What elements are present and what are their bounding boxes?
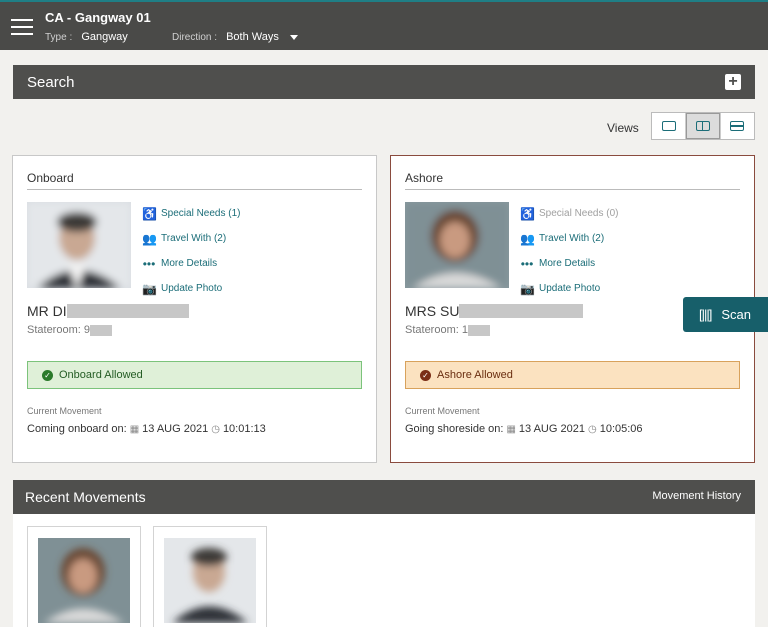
group-icon: 👥 bbox=[142, 231, 157, 246]
onboard-card: Onboard ♿ Special Needs (1) 👥 Travel With … bbox=[12, 155, 377, 463]
current-movement-value: Coming onboard on: ▦ 13 AUG 2021 ◷ 10:01… bbox=[27, 423, 266, 435]
type-value: Gangway bbox=[81, 31, 128, 43]
ellipsis-icon: ••• bbox=[520, 256, 534, 271]
stacked-view-icon bbox=[730, 121, 745, 131]
movement-history-link[interactable]: Movement History bbox=[652, 490, 741, 502]
recent-movement-card[interactable] bbox=[27, 526, 141, 627]
recent-movement-card[interactable] bbox=[153, 526, 267, 627]
split-view-icon bbox=[695, 121, 710, 131]
recent-movements-list bbox=[13, 514, 755, 627]
travel-with-link[interactable]: 👥 Travel With (2) bbox=[520, 226, 618, 251]
update-photo-link[interactable]: 📷 Update Photo bbox=[142, 276, 240, 301]
single-view-icon bbox=[661, 121, 676, 131]
ellipsis-icon: ••• bbox=[142, 256, 156, 271]
check-circle-icon: ✓ bbox=[42, 369, 53, 381]
direction-label: Direction : bbox=[172, 32, 218, 43]
caret-down-icon[interactable] bbox=[289, 34, 298, 40]
guest-name: MR DI bbox=[27, 303, 189, 319]
camera-icon: 📷 bbox=[520, 281, 535, 296]
calendar-icon: ▦ bbox=[506, 423, 516, 435]
expand-plus-icon[interactable]: + bbox=[725, 74, 741, 90]
current-movement-value: Going shoreside on: ▦ 13 AUG 2021 ◷ 10:0… bbox=[405, 423, 643, 435]
status-badge: ✓ Onboard Allowed bbox=[27, 361, 362, 389]
top-bar: CA - Gangway 01 Type : Gangway Direction… bbox=[0, 0, 768, 50]
guest-links: ♿ Special Needs (1) 👥 Travel With (2) ••• M… bbox=[142, 201, 240, 301]
views-label: Views bbox=[607, 121, 639, 135]
guest-photo bbox=[405, 202, 509, 288]
guest-thumbnail bbox=[38, 538, 130, 623]
special-needs-link: ♿ Special Needs (0) bbox=[520, 206, 619, 221]
status-badge: ✓ Ashore Allowed bbox=[405, 361, 740, 389]
guest-name: MRS SU bbox=[405, 303, 584, 319]
view-single-button[interactable] bbox=[652, 113, 687, 139]
calendar-icon: ▦ bbox=[129, 423, 140, 435]
menu-icon[interactable] bbox=[11, 19, 33, 35]
search-panel[interactable]: Search + bbox=[13, 65, 755, 99]
barcode-scan-icon: [|||] bbox=[699, 307, 712, 322]
special-needs-link[interactable]: ♿ Special Needs (1) bbox=[142, 201, 240, 226]
check-circle-icon: ✓ bbox=[420, 369, 431, 381]
camera-icon: 📷 bbox=[142, 281, 157, 296]
recent-movements-title: Recent Movements bbox=[25, 489, 146, 505]
card-title: Onboard bbox=[27, 171, 74, 185]
recent-movements-header: Recent Movements Movement History bbox=[13, 480, 755, 514]
clock-icon: ◷ bbox=[211, 423, 220, 435]
stateroom: Stateroom: 1 bbox=[405, 324, 490, 336]
group-icon: 👥 bbox=[520, 231, 535, 246]
view-stacked-button[interactable] bbox=[721, 113, 754, 139]
more-details-link[interactable]: ••• More Details bbox=[520, 251, 618, 276]
travel-with-link[interactable]: 👥 Travel With (2) bbox=[142, 226, 240, 251]
type-label: Type : bbox=[45, 32, 73, 43]
guest-thumbnail bbox=[164, 538, 256, 623]
search-label: Search bbox=[27, 74, 75, 91]
guest-photo bbox=[27, 202, 131, 288]
update-photo-link[interactable]: 📷 Update Photo bbox=[520, 276, 618, 301]
scan-button[interactable]: [|||] Scan bbox=[683, 297, 768, 332]
stateroom: Stateroom: 9 bbox=[27, 324, 112, 336]
redacted-block bbox=[467, 324, 490, 336]
clock-icon: ◷ bbox=[587, 423, 597, 435]
more-details-link[interactable]: ••• More Details bbox=[142, 251, 240, 276]
direction-select[interactable]: Direction : Both Ways bbox=[172, 31, 298, 43]
divider bbox=[405, 189, 740, 190]
current-movement-label: Current Movement bbox=[27, 406, 102, 416]
wheelchair-icon: ♿ bbox=[142, 206, 157, 221]
direction-value[interactable]: Both Ways bbox=[226, 31, 279, 43]
redacted-block bbox=[459, 304, 584, 318]
view-toggle bbox=[651, 112, 755, 140]
wheelchair-icon: ♿ bbox=[520, 206, 535, 221]
guest-links: ♿ Special Needs (0) 👥 Travel With (2) ••• M… bbox=[520, 201, 618, 301]
redacted-block bbox=[89, 324, 112, 336]
location-title: CA - Gangway 01 bbox=[45, 10, 151, 25]
redacted-block bbox=[66, 304, 189, 318]
divider bbox=[27, 189, 362, 190]
card-title: Ashore bbox=[405, 171, 444, 185]
type-info: Type : Gangway bbox=[45, 31, 128, 43]
view-split-button[interactable] bbox=[686, 113, 721, 139]
current-movement-label: Current Movement bbox=[405, 406, 480, 416]
